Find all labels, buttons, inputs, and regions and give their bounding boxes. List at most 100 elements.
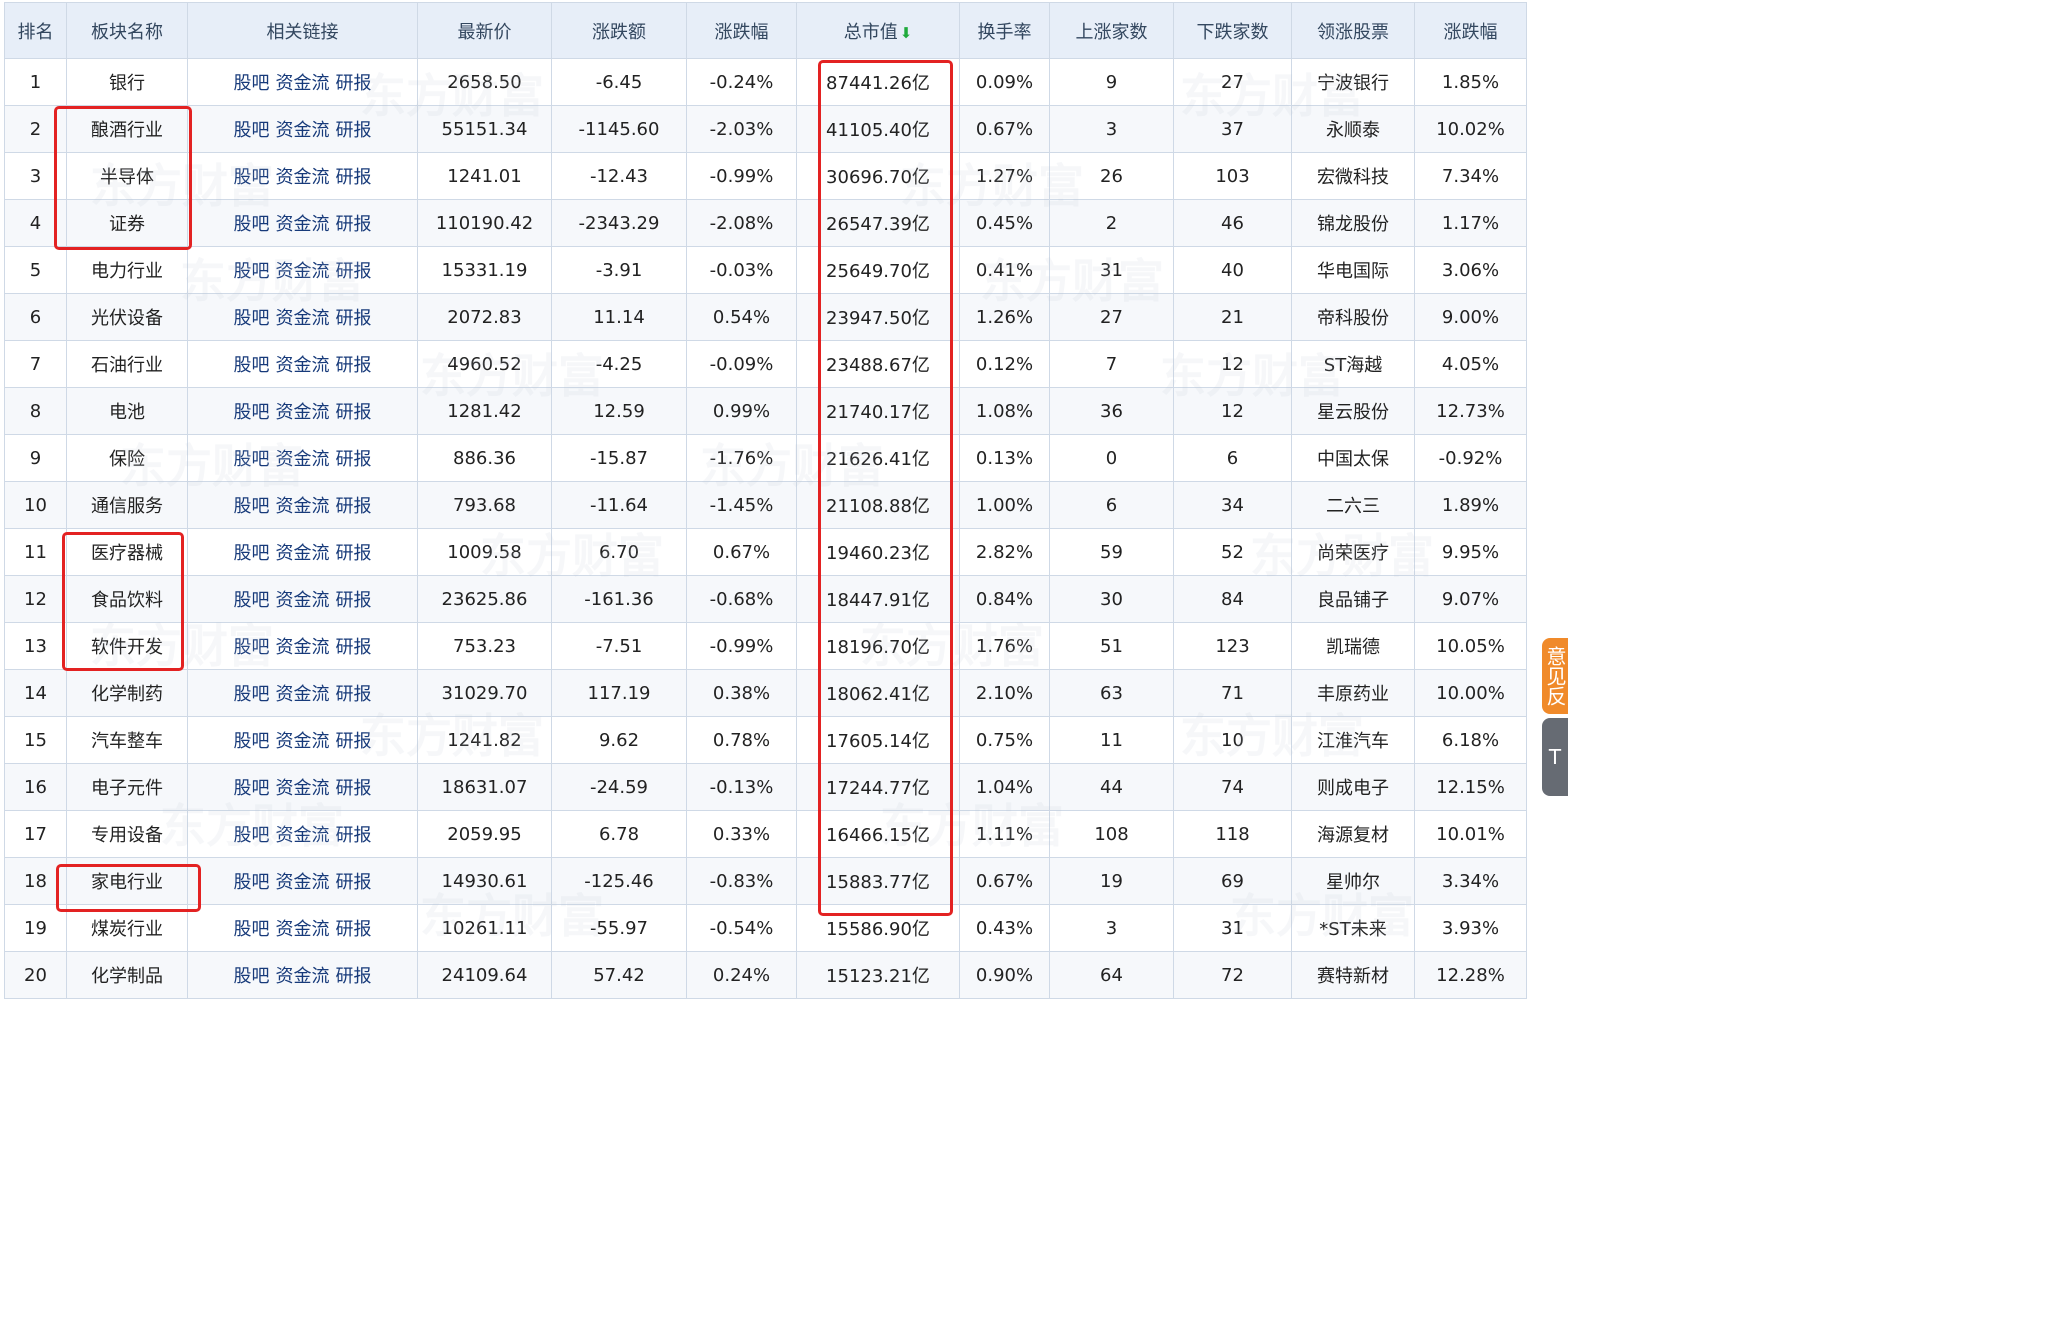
link-research[interactable]: 研报: [336, 167, 372, 188]
cell-sector-name[interactable]: 电子元件: [66, 763, 188, 811]
link-guba[interactable]: 股吧: [234, 167, 270, 188]
cell-sector-name[interactable]: 化学制品: [66, 951, 188, 999]
cell-sector-name[interactable]: 电力行业: [66, 246, 188, 294]
link-research[interactable]: 研报: [336, 684, 372, 705]
link-guba[interactable]: 股吧: [234, 120, 270, 141]
cell-sector-name[interactable]: 电池: [66, 387, 188, 435]
link-research[interactable]: 研报: [336, 590, 372, 611]
header-leader-pct[interactable]: 涨跌幅: [1414, 2, 1527, 59]
cell-leader-stock[interactable]: 帝科股份: [1291, 293, 1415, 341]
cell-leader-stock[interactable]: 海源复材: [1291, 810, 1415, 858]
link-research[interactable]: 研报: [336, 825, 372, 846]
cell-sector-name[interactable]: 专用设备: [66, 810, 188, 858]
link-fund-flow[interactable]: 资金流: [276, 214, 330, 235]
cell-sector-name[interactable]: 家电行业: [66, 857, 188, 905]
top-side-tab[interactable]: T: [1542, 718, 1568, 796]
link-guba[interactable]: 股吧: [234, 637, 270, 658]
link-fund-flow[interactable]: 资金流: [276, 402, 330, 423]
link-guba[interactable]: 股吧: [234, 261, 270, 282]
link-research[interactable]: 研报: [336, 214, 372, 235]
link-guba[interactable]: 股吧: [234, 731, 270, 752]
link-guba[interactable]: 股吧: [234, 919, 270, 940]
link-fund-flow[interactable]: 资金流: [276, 261, 330, 282]
link-research[interactable]: 研报: [336, 496, 372, 517]
header-pct[interactable]: 涨跌幅: [686, 2, 797, 59]
header-name[interactable]: 板块名称: [66, 2, 188, 59]
link-research[interactable]: 研报: [336, 402, 372, 423]
link-research[interactable]: 研报: [336, 308, 372, 329]
header-price[interactable]: 最新价: [417, 2, 552, 59]
link-research[interactable]: 研报: [336, 778, 372, 799]
cell-leader-stock[interactable]: 良品铺子: [1291, 575, 1415, 623]
link-fund-flow[interactable]: 资金流: [276, 167, 330, 188]
link-fund-flow[interactable]: 资金流: [276, 966, 330, 987]
cell-leader-stock[interactable]: 则成电子: [1291, 763, 1415, 811]
cell-leader-stock[interactable]: 锦龙股份: [1291, 199, 1415, 247]
cell-sector-name[interactable]: 软件开发: [66, 622, 188, 670]
link-fund-flow[interactable]: 资金流: [276, 73, 330, 94]
cell-leader-stock[interactable]: 二六三: [1291, 481, 1415, 529]
cell-leader-stock[interactable]: 宏微科技: [1291, 152, 1415, 200]
cell-sector-name[interactable]: 保险: [66, 434, 188, 482]
link-fund-flow[interactable]: 资金流: [276, 355, 330, 376]
link-research[interactable]: 研报: [336, 543, 372, 564]
cell-sector-name[interactable]: 食品饮料: [66, 575, 188, 623]
link-guba[interactable]: 股吧: [234, 496, 270, 517]
link-guba[interactable]: 股吧: [234, 872, 270, 893]
cell-sector-name[interactable]: 化学制药: [66, 669, 188, 717]
cell-leader-stock[interactable]: 宁波银行: [1291, 58, 1415, 106]
link-research[interactable]: 研报: [336, 919, 372, 940]
link-guba[interactable]: 股吧: [234, 308, 270, 329]
link-guba[interactable]: 股吧: [234, 73, 270, 94]
cell-leader-stock[interactable]: 星帅尔: [1291, 857, 1415, 905]
link-research[interactable]: 研报: [336, 120, 372, 141]
link-research[interactable]: 研报: [336, 355, 372, 376]
cell-sector-name[interactable]: 酿酒行业: [66, 105, 188, 153]
cell-sector-name[interactable]: 银行: [66, 58, 188, 106]
cell-sector-name[interactable]: 汽车整车: [66, 716, 188, 764]
cell-leader-stock[interactable]: *ST未来: [1291, 904, 1415, 952]
cell-leader-stock[interactable]: 永顺泰: [1291, 105, 1415, 153]
link-research[interactable]: 研报: [336, 261, 372, 282]
header-change[interactable]: 涨跌额: [551, 2, 687, 59]
cell-leader-stock[interactable]: 赛特新材: [1291, 951, 1415, 999]
link-research[interactable]: 研报: [336, 731, 372, 752]
cell-leader-stock[interactable]: ST海越: [1291, 340, 1415, 388]
link-fund-flow[interactable]: 资金流: [276, 120, 330, 141]
link-fund-flow[interactable]: 资金流: [276, 872, 330, 893]
cell-leader-stock[interactable]: 丰原药业: [1291, 669, 1415, 717]
link-fund-flow[interactable]: 资金流: [276, 684, 330, 705]
link-fund-flow[interactable]: 资金流: [276, 496, 330, 517]
cell-sector-name[interactable]: 光伏设备: [66, 293, 188, 341]
cell-leader-stock[interactable]: 尚荣医疗: [1291, 528, 1415, 576]
link-research[interactable]: 研报: [336, 449, 372, 470]
link-fund-flow[interactable]: 资金流: [276, 731, 330, 752]
link-guba[interactable]: 股吧: [234, 402, 270, 423]
link-research[interactable]: 研报: [336, 637, 372, 658]
cell-leader-stock[interactable]: 凯瑞德: [1291, 622, 1415, 670]
header-down-count[interactable]: 下跌家数: [1173, 2, 1292, 59]
link-fund-flow[interactable]: 资金流: [276, 778, 330, 799]
cell-leader-stock[interactable]: 星云股份: [1291, 387, 1415, 435]
cell-sector-name[interactable]: 证券: [66, 199, 188, 247]
cell-leader-stock[interactable]: 中国太保: [1291, 434, 1415, 482]
cell-sector-name[interactable]: 煤炭行业: [66, 904, 188, 952]
link-guba[interactable]: 股吧: [234, 590, 270, 611]
link-research[interactable]: 研报: [336, 73, 372, 94]
header-up-count[interactable]: 上涨家数: [1049, 2, 1174, 59]
link-fund-flow[interactable]: 资金流: [276, 449, 330, 470]
cell-sector-name[interactable]: 半导体: [66, 152, 188, 200]
cell-sector-name[interactable]: 医疗器械: [66, 528, 188, 576]
link-guba[interactable]: 股吧: [234, 684, 270, 705]
cell-sector-name[interactable]: 通信服务: [66, 481, 188, 529]
link-fund-flow[interactable]: 资金流: [276, 308, 330, 329]
cell-sector-name[interactable]: 石油行业: [66, 340, 188, 388]
link-fund-flow[interactable]: 资金流: [276, 919, 330, 940]
link-guba[interactable]: 股吧: [234, 966, 270, 987]
link-fund-flow[interactable]: 资金流: [276, 543, 330, 564]
link-fund-flow[interactable]: 资金流: [276, 637, 330, 658]
header-mcap[interactable]: 总市值 ⬇: [796, 2, 960, 59]
link-fund-flow[interactable]: 资金流: [276, 825, 330, 846]
link-guba[interactable]: 股吧: [234, 825, 270, 846]
link-guba[interactable]: 股吧: [234, 778, 270, 799]
